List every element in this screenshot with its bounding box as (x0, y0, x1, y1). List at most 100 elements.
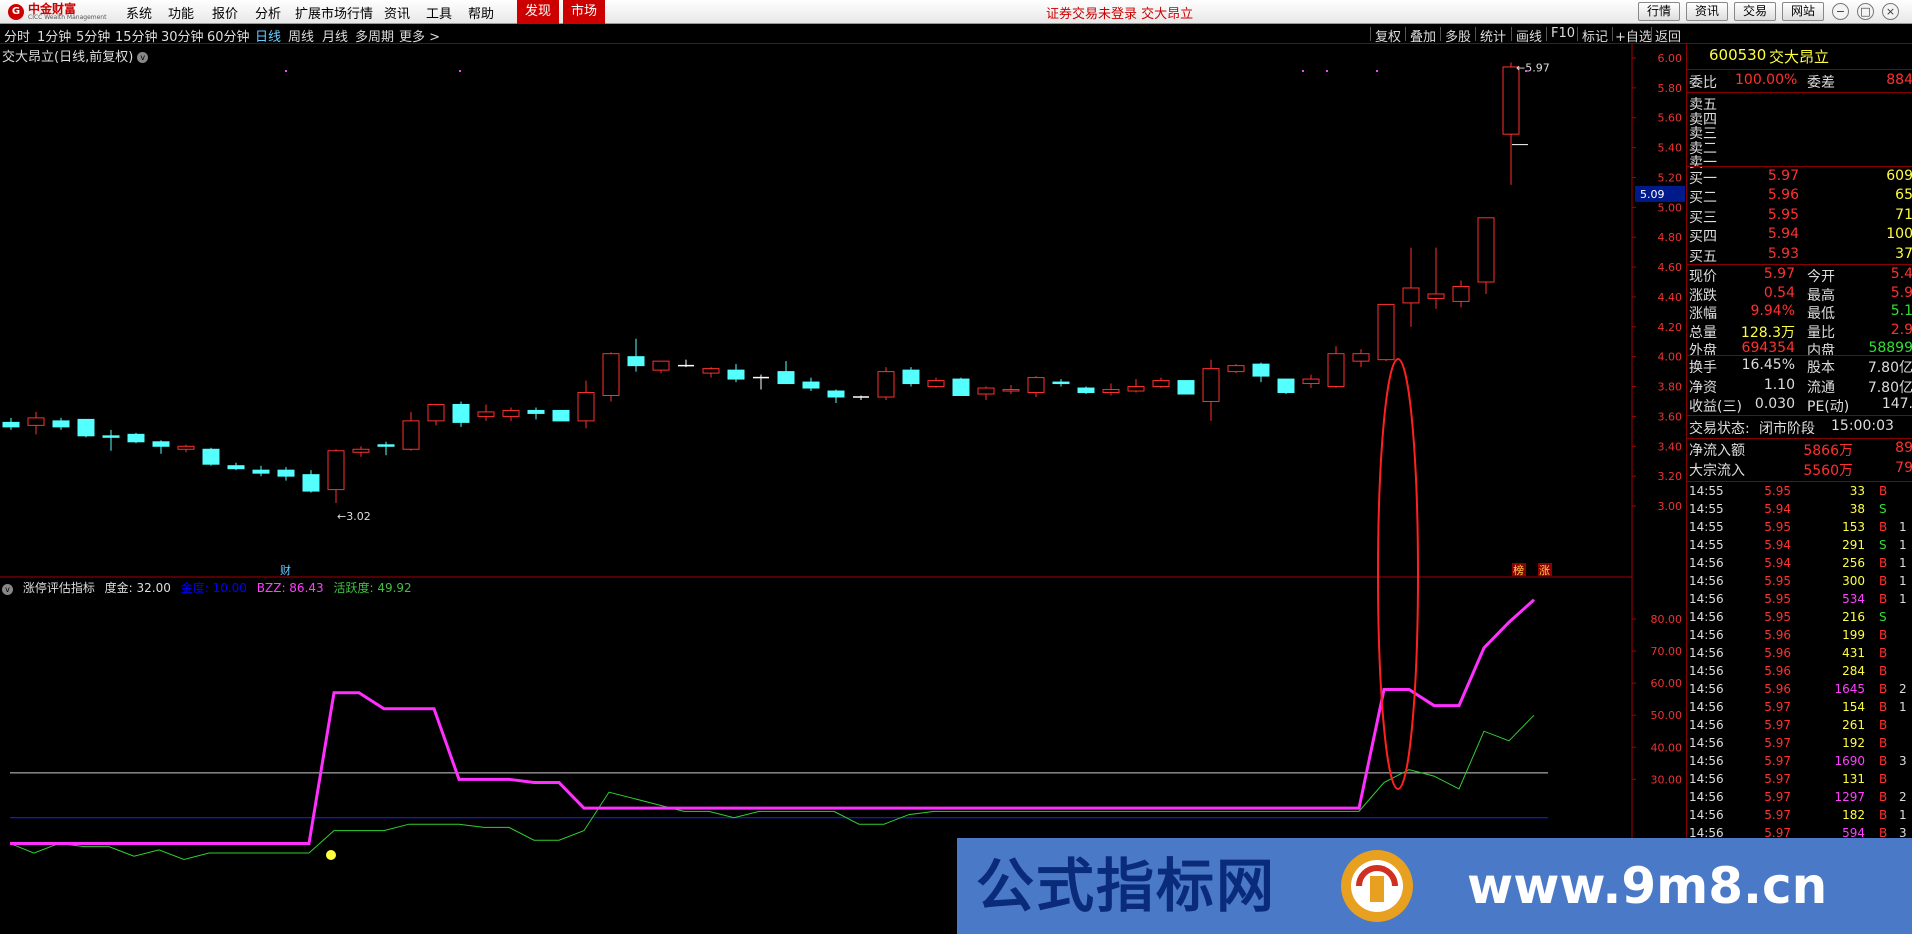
tick-price: 5.97 (1764, 808, 1791, 822)
tick-side: B (1879, 700, 1888, 714)
tick-volume: 300 (1842, 574, 1865, 588)
period-multi[interactable]: 多周期 (355, 26, 394, 45)
toolbar-mark[interactable]: 标记 (1582, 26, 1608, 45)
indicator-axis-label: 30.00 (1651, 773, 1683, 786)
period-30min[interactable]: 30分钟 (161, 26, 204, 45)
toolbar-divider (1475, 27, 1476, 41)
flow-row: 大宗流入 5560万 79 (1689, 460, 1912, 479)
chart-settings-icon[interactable]: v (137, 52, 149, 63)
tick-time: 14:56 (1689, 808, 1724, 822)
candle-body (152, 441, 170, 447)
tick-side: S (1879, 610, 1887, 624)
maximize-icon[interactable]: □ (1857, 3, 1874, 20)
buy-level-row: 买五 5.93 37 (1689, 246, 1912, 265)
tick-price: 5.94 (1764, 538, 1791, 552)
toolbar-fuquan[interactable]: 复权 (1375, 26, 1401, 45)
tick-price: 5.97 (1764, 700, 1791, 714)
toolbar-back[interactable]: 返回 (1655, 26, 1681, 45)
tick-volume: 1690 (1834, 754, 1865, 768)
price-axis-label: 5.00 (1658, 201, 1683, 214)
kline-chart[interactable]: 6.00 5.80 5.60 5.40 5.20 5.00 4.80 4.60 4.40 4.20… (0, 44, 1686, 934)
menu-analysis[interactable]: 分析 (255, 3, 281, 22)
toolbar-divider (1577, 27, 1578, 41)
toolbar-f10[interactable]: F10 (1551, 26, 1575, 41)
indicator-name[interactable]: 涨停评估指标 (23, 581, 95, 595)
menu-tools[interactable]: 工具 (426, 3, 452, 22)
candle-body (827, 390, 845, 398)
tick-time: 14:56 (1689, 682, 1724, 696)
buy-level-row: 买四 5.94 100 (1689, 226, 1912, 245)
toolbar-divider (1370, 27, 1371, 41)
price-axis-label: 4.60 (1658, 261, 1683, 274)
flow-extra: 79 (1895, 459, 1912, 476)
news-button[interactable]: 资讯 (1686, 2, 1728, 21)
buy-level-label: 买二 (1689, 190, 1717, 207)
indicator-param-activity: 活跃度: 49.92 (333, 581, 412, 595)
toolbar-draw[interactable]: 画线 (1516, 26, 1542, 45)
signal-dot (1326, 70, 1328, 72)
period-5min[interactable]: 5分钟 (76, 26, 110, 45)
menu-extended-market[interactable]: 扩展市场行情 (295, 3, 373, 22)
tick-price: 5.96 (1764, 628, 1791, 642)
period-15min[interactable]: 15分钟 (115, 26, 158, 45)
period-1min[interactable]: 1分钟 (37, 26, 71, 45)
flow-label: 净流入额 (1689, 443, 1745, 459)
menu-news[interactable]: 资讯 (384, 3, 410, 22)
tick-side: B (1879, 790, 1888, 804)
quote-label: 量比 (1807, 324, 1835, 341)
tick-price: 5.96 (1764, 646, 1791, 660)
quote-value: 5.9 (1890, 284, 1912, 301)
tick-row: 14:56 5.95 534 B 1 (1689, 592, 1912, 610)
close-icon[interactable]: × (1882, 3, 1899, 20)
tick-count: 1 (1899, 808, 1907, 822)
buy-level-volume: 609 (1886, 168, 1912, 184)
indicator-settings-icon[interactable]: v (2, 584, 13, 595)
buy-level-price: 5.93 (1767, 245, 1799, 262)
tick-time: 14:56 (1689, 628, 1724, 642)
toolbar-overlay[interactable]: 叠加 (1410, 26, 1436, 45)
period-daily[interactable]: 日线 (255, 26, 281, 45)
menu-help[interactable]: 帮助 (468, 3, 494, 22)
candle-body (452, 403, 470, 423)
candle-body (1402, 287, 1420, 304)
candle-body (277, 469, 295, 477)
period-tick[interactable]: 分时 (4, 26, 30, 45)
candle-body (1127, 386, 1145, 392)
toolbar-stats[interactable]: 统计 (1480, 26, 1506, 45)
weicha-label: 委差 (1807, 75, 1835, 91)
signal-dot (1525, 70, 1527, 72)
menu-system[interactable]: 系统 (126, 3, 152, 22)
tick-row: 14:56 5.94 256 B 1 (1689, 556, 1912, 574)
website-button[interactable]: 网站 (1782, 2, 1824, 21)
tick-volume: 256 (1842, 556, 1865, 570)
period-60min[interactable]: 60分钟 (207, 26, 250, 45)
buy-level-price: 5.96 (1767, 187, 1799, 204)
tick-price: 5.97 (1764, 736, 1791, 750)
period-weekly[interactable]: 周线 (288, 26, 314, 45)
toolbar-add-watchlist[interactable]: +自选 (1615, 26, 1652, 45)
stat-label: PE(动) (1807, 399, 1850, 415)
quote-label: 最高 (1807, 287, 1835, 304)
menu-quote[interactable]: 报价 (212, 3, 238, 22)
stat-value: 7.80亿 (1867, 379, 1912, 396)
minimize-icon[interactable]: − (1832, 3, 1849, 20)
tab-discover[interactable]: 发现 (517, 0, 560, 24)
candle-body (2, 421, 20, 428)
candle-body (377, 444, 395, 447)
weibi-label: 委比 (1689, 75, 1717, 91)
toolbar-divider (1651, 27, 1652, 41)
menu-function[interactable]: 功能 (168, 3, 194, 22)
watermark-banner: 公式指标网 www.9m8.cn (957, 838, 1912, 934)
candle-body (902, 369, 920, 385)
tick-side: B (1879, 520, 1888, 534)
tab-market[interactable]: 市场 (563, 0, 606, 24)
quote-label: 涨幅 (1689, 306, 1717, 322)
quote-button[interactable]: 行情 (1638, 2, 1680, 21)
period-monthly[interactable]: 月线 (322, 26, 348, 45)
tick-count: 1 (1899, 700, 1907, 714)
indicator-param-bzz: BZZ: 86.43 (256, 581, 324, 595)
toolbar-multi-stock[interactable]: 多股 (1445, 26, 1471, 45)
login-notice: 证券交易未登录 交大昂立 (1046, 7, 1194, 22)
trade-button[interactable]: 交易 (1734, 2, 1776, 21)
period-more[interactable]: 更多 > (399, 26, 440, 45)
